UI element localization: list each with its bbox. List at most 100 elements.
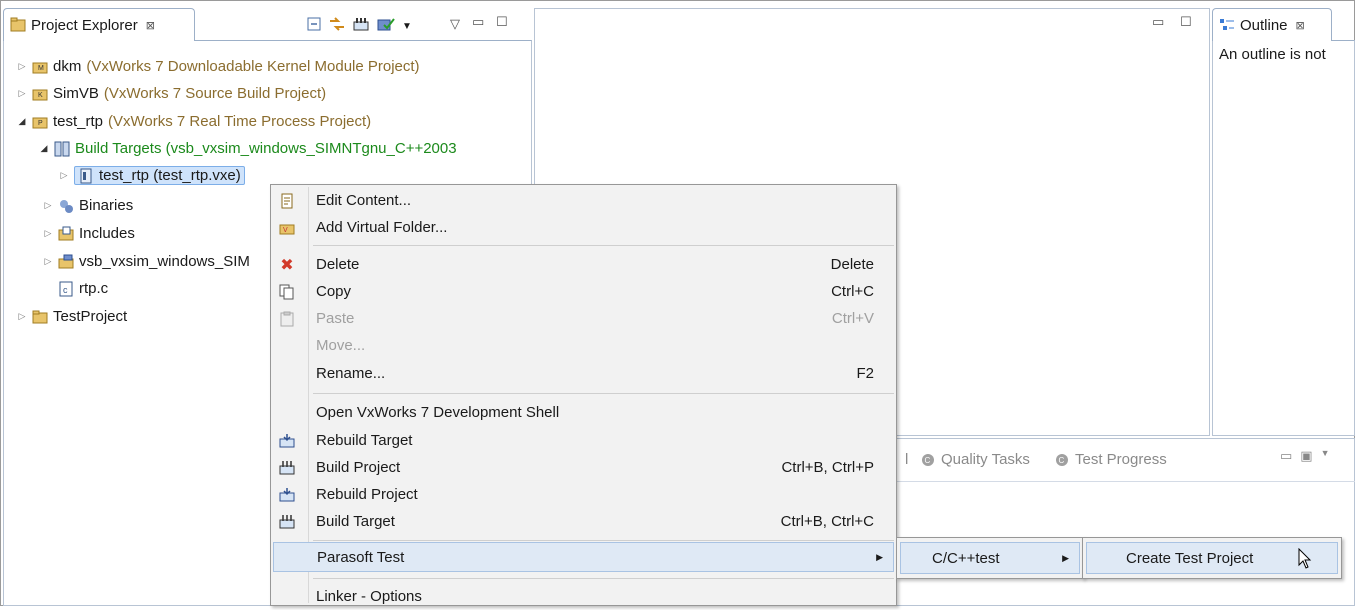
expand-arrow-icon[interactable]: ▷ xyxy=(42,200,54,211)
expand-arrow-icon[interactable]: ▷ xyxy=(58,170,70,181)
menu-item-copy-shortcut: Ctrl+C xyxy=(831,283,874,300)
submenu-arrow-icon: ▶ xyxy=(1062,552,1069,563)
menu-item-move-label: Move... xyxy=(316,337,366,354)
close-icon[interactable]: ⊠ xyxy=(146,19,155,32)
dropdown-arrow-icon[interactable]: ▼ xyxy=(402,21,412,32)
menu-separator xyxy=(313,540,894,541)
menu-item-build-target[interactable]: Build Target Ctrl+B, Ctrl+C xyxy=(271,508,896,535)
tree-item-dkm-name: dkm xyxy=(53,58,82,75)
svg-text:K: K xyxy=(38,92,43,99)
menu-item-open-dev-shell-label: Open VxWorks 7 Development Shell xyxy=(316,404,560,421)
menu-item-copy-label: Copy xyxy=(316,283,352,300)
menu-item-add-virtual-folder-label: Add Virtual Folder... xyxy=(316,219,448,236)
build-target-icon xyxy=(78,168,94,184)
tab-outline[interactable]: Outline ⊠ xyxy=(1212,8,1332,41)
tab-quality-tasks-label: Quality Tasks xyxy=(941,451,1030,468)
menu-item-add-virtual-folder[interactable]: V Add Virtual Folder... xyxy=(271,214,896,241)
outline-message: An outline is not xyxy=(1219,46,1326,63)
context-menu: Edit Content... V Add Virtual Folder... … xyxy=(270,184,897,606)
view-menu-icon[interactable]: ▽ xyxy=(450,16,460,32)
edit-content-icon xyxy=(279,193,295,209)
editor-minimize-icon[interactable]: ▭ xyxy=(1152,14,1164,30)
project-icon xyxy=(32,309,48,325)
menu-item-copy[interactable]: Copy Ctrl+C xyxy=(271,278,896,305)
binaries-icon xyxy=(58,198,74,214)
expand-arrow-icon[interactable]: ▷ xyxy=(42,228,54,239)
tree-item-dkm[interactable]: ▷ M dkm (VxWorks 7 Downloadable Kernel M… xyxy=(16,53,420,80)
delete-icon: ✖ xyxy=(280,256,294,274)
minimize-icon[interactable]: ▭ xyxy=(472,14,484,30)
menu-item-rebuild-target[interactable]: Rebuild Target xyxy=(271,427,896,454)
build-icon[interactable] xyxy=(352,16,370,36)
tree-item-rtp-c-label: rtp.c xyxy=(79,280,109,297)
menu-item-create-test-project-label: Create Test Project xyxy=(1126,549,1254,567)
menu-item-open-dev-shell[interactable]: Open VxWorks 7 Development Shell xyxy=(271,399,896,426)
virtual-folder-icon: V xyxy=(279,220,295,236)
tree-item-vsb-folder[interactable]: ▷ vsb_vxsim_windows_SIM xyxy=(42,248,250,275)
expand-arrow-icon[interactable]: ▷ xyxy=(42,256,54,267)
quality-tasks-icon: C xyxy=(920,452,936,468)
tree-item-test-rtp-vxe[interactable]: ▷ test_rtp (test_rtp.vxe) xyxy=(58,162,245,189)
bottom-tab-partial[interactable]: l xyxy=(905,451,908,468)
tree-item-simvb[interactable]: ▷ K SimVB (VxWorks 7 Source Build Projec… xyxy=(16,80,327,107)
menu-item-rebuild-project[interactable]: Rebuild Project xyxy=(271,481,896,508)
menu-item-rename-shortcut: F2 xyxy=(856,365,874,382)
tree-item-build-targets[interactable]: ◢ Build Targets (vsb_vxsim_windows_SIMNT… xyxy=(38,135,457,162)
tab-project-explorer[interactable]: Project Explorer ⊠ xyxy=(3,8,195,41)
paste-icon xyxy=(279,311,295,327)
collapse-arrow-icon[interactable]: ◢ xyxy=(16,116,28,127)
display-selected-icon[interactable]: ▣ xyxy=(1300,448,1312,464)
svg-text:V: V xyxy=(283,227,288,234)
tree-item-testproject[interactable]: ▷ TestProject xyxy=(16,303,128,330)
submenu-parasoft: C/C++test ▶ xyxy=(896,537,1084,579)
tree-item-dkm-suffix: (VxWorks 7 Downloadable Kernel Module Pr… xyxy=(86,58,420,75)
menu-item-parasoft-test-label: Parasoft Test xyxy=(317,548,405,566)
menu-item-delete[interactable]: ✖ Delete Delete xyxy=(271,251,896,278)
check-icon[interactable] xyxy=(376,16,396,36)
menu-item-parasoft-test[interactable]: Parasoft Test ▶ xyxy=(273,542,894,572)
menu-item-edit-content[interactable]: Edit Content... xyxy=(271,187,896,214)
tree-item-test-rtp[interactable]: ◢ P test_rtp (VxWorks 7 Real Time Proces… xyxy=(16,108,372,135)
menu-item-build-target-shortcut: Ctrl+B, Ctrl+C xyxy=(780,513,874,530)
project-dkm-icon: M xyxy=(32,59,48,75)
open-console-icon[interactable]: ▭ xyxy=(1280,448,1292,464)
svg-text:P: P xyxy=(38,120,43,127)
menu-item-cpptest[interactable]: C/C++test ▶ xyxy=(900,542,1080,574)
tree-item-includes[interactable]: ▷ Includes xyxy=(42,220,135,247)
submenu-arrow-icon: ▶ xyxy=(876,551,883,562)
maximize-icon[interactable]: ☐ xyxy=(496,14,508,30)
tree-item-vsb-folder-label: vsb_vxsim_windows_SIM xyxy=(79,253,250,270)
menu-item-cpptest-label: C/C++test xyxy=(932,549,1000,567)
test-progress-icon: C xyxy=(1054,452,1070,468)
tab-test-progress[interactable]: C Test Progress xyxy=(1054,451,1167,468)
collapse-arrow-icon[interactable]: ◢ xyxy=(38,143,50,154)
tree-selection[interactable]: test_rtp (test_rtp.vxe) xyxy=(74,166,245,185)
menu-item-paste[interactable]: Paste Ctrl+V xyxy=(271,305,896,332)
collapse-all-icon[interactable] xyxy=(306,16,322,36)
link-with-editor-icon[interactable] xyxy=(328,16,346,36)
menu-item-linker-options-label: Linker - Options xyxy=(316,588,422,605)
c-file-icon: c xyxy=(58,281,74,297)
menu-item-rename[interactable]: Rename... F2 xyxy=(271,360,896,387)
svg-text:C: C xyxy=(1059,456,1065,465)
svg-text:c: c xyxy=(63,285,68,295)
tab-outline-label: Outline xyxy=(1240,16,1288,34)
mouse-cursor-icon xyxy=(1298,547,1312,574)
editor-maximize-icon[interactable]: ☐ xyxy=(1180,14,1192,30)
expand-arrow-icon[interactable]: ▷ xyxy=(16,61,28,72)
menu-item-rebuild-project-label: Rebuild Project xyxy=(316,486,418,503)
tree-item-rtp-c[interactable]: c rtp.c xyxy=(58,275,108,302)
menu-item-build-project-label: Build Project xyxy=(316,459,401,476)
tree-item-binaries[interactable]: ▷ Binaries xyxy=(42,192,134,219)
tab-quality-tasks[interactable]: C Quality Tasks xyxy=(920,451,1030,468)
build-project-icon xyxy=(279,460,295,476)
menu-item-rebuild-target-label: Rebuild Target xyxy=(316,432,413,449)
menu-item-build-project-shortcut: Ctrl+B, Ctrl+P xyxy=(781,459,874,476)
menu-item-move[interactable]: Move... xyxy=(271,332,896,359)
menu-item-build-project[interactable]: Build Project Ctrl+B, Ctrl+P xyxy=(271,454,896,481)
expand-arrow-icon[interactable]: ▷ xyxy=(16,311,28,322)
close-icon[interactable]: ⊠ xyxy=(1296,19,1305,32)
outline-view xyxy=(1212,40,1355,436)
dropdown-arrow-icon[interactable]: ▼ xyxy=(1321,448,1330,464)
expand-arrow-icon[interactable]: ▷ xyxy=(16,88,28,99)
